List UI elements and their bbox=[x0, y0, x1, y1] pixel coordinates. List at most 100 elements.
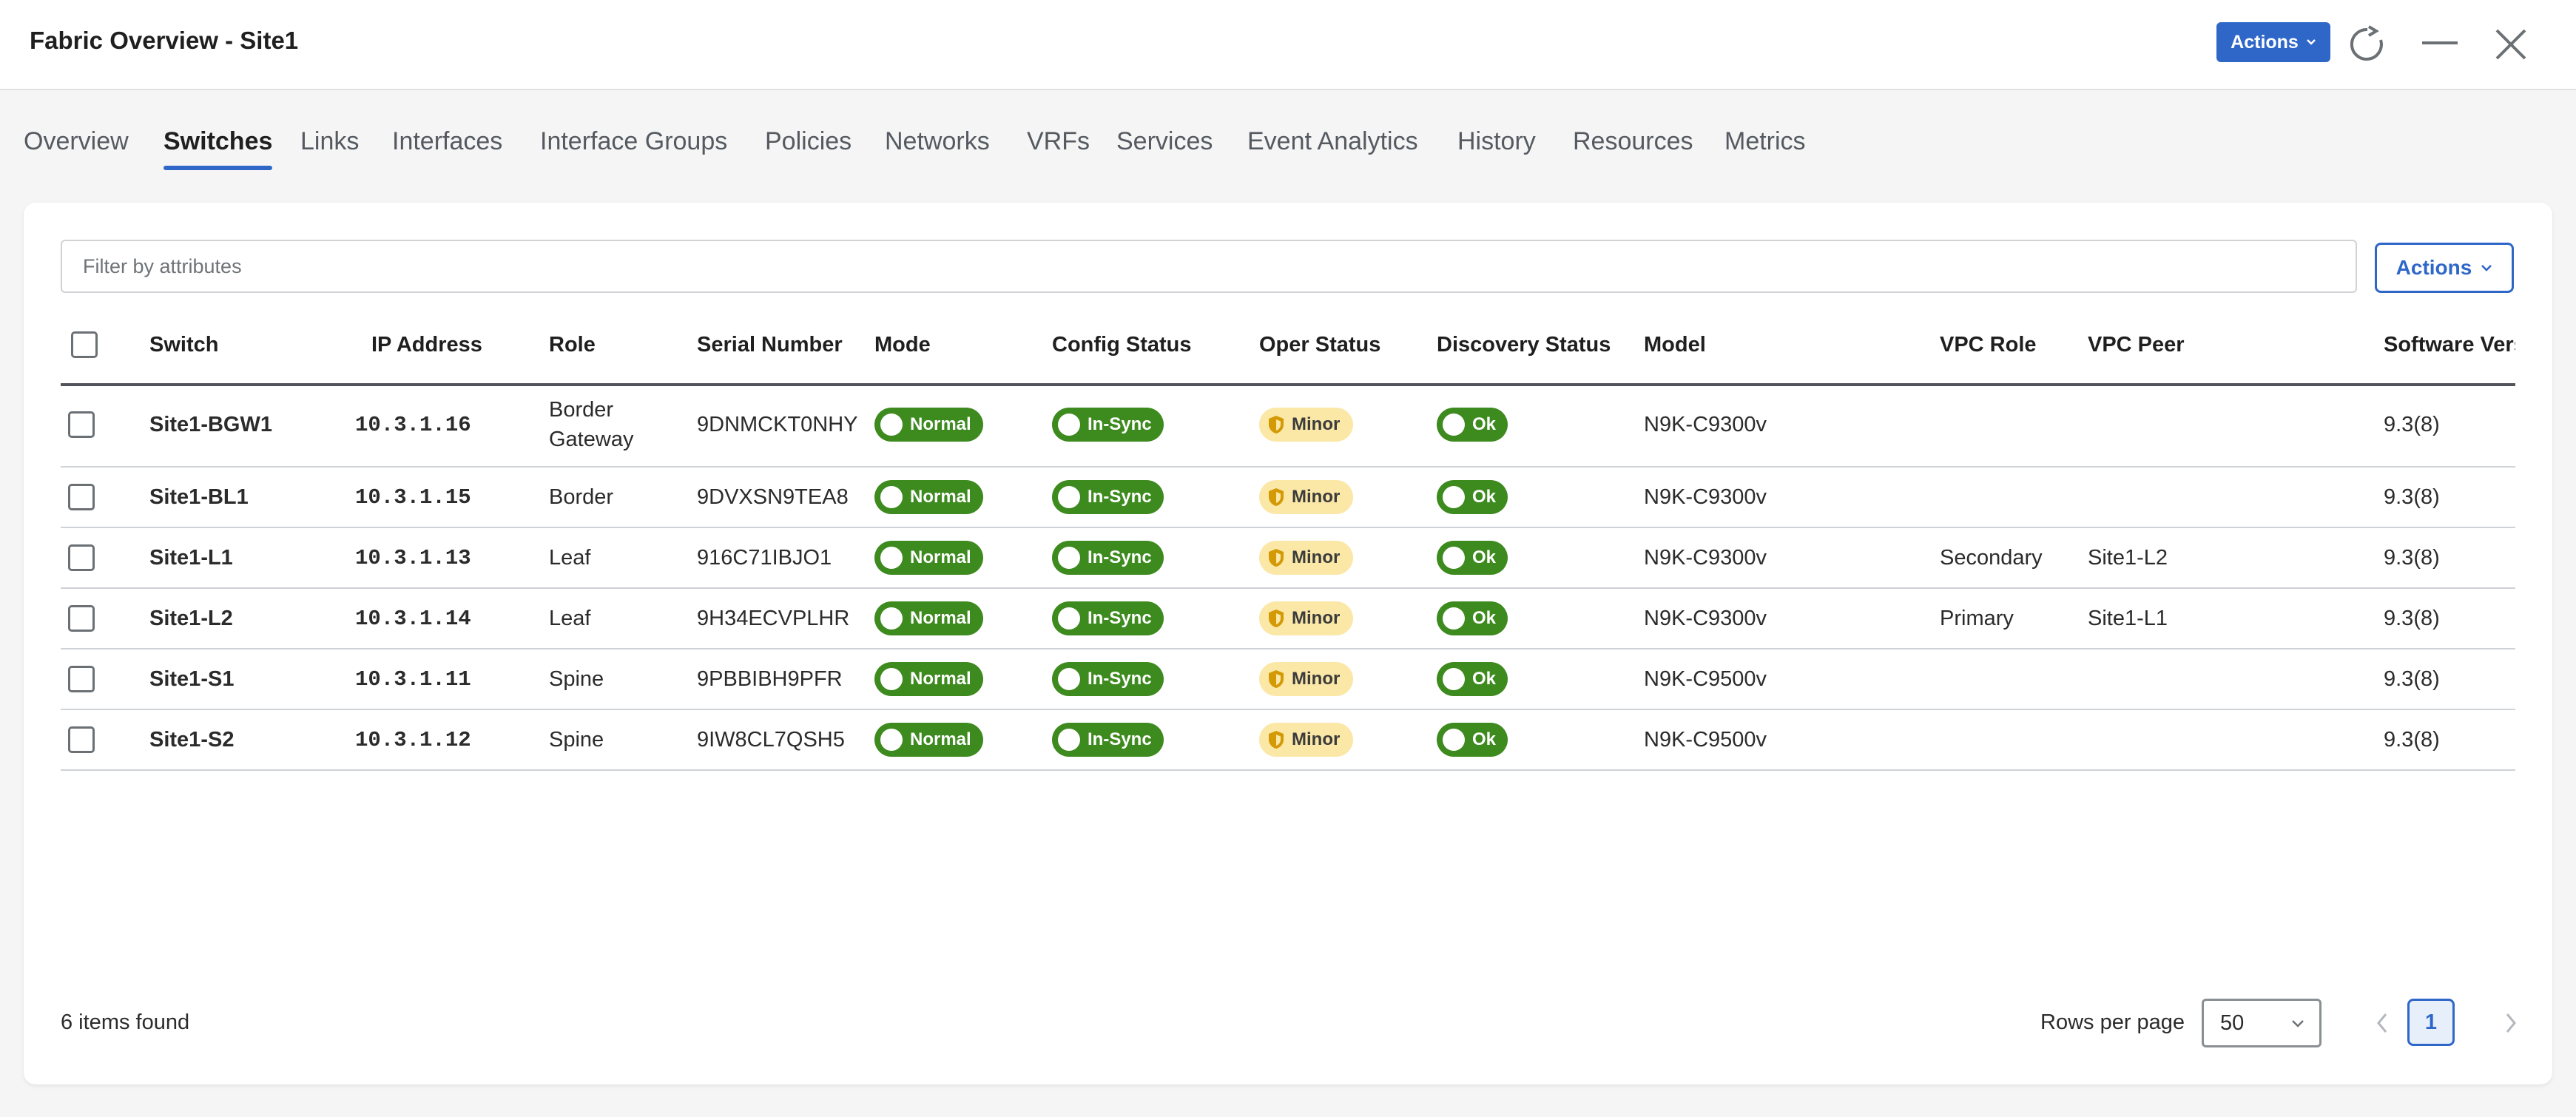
chevron-right-icon[interactable] bbox=[2496, 1005, 2526, 1042]
oper-cell: Minor bbox=[1259, 649, 1354, 709]
switch-name-link[interactable]: Site1-S1 bbox=[149, 649, 234, 709]
mode-badge: Normal bbox=[874, 723, 983, 757]
col-vpc-peer[interactable]: VPC Peer bbox=[2088, 306, 2185, 383]
config-cell: In-Sync bbox=[1052, 649, 1164, 709]
oper-cell: Minor bbox=[1259, 528, 1354, 587]
toggle-dot-icon bbox=[1443, 607, 1465, 630]
role: Leaf bbox=[549, 606, 591, 630]
tab-links[interactable]: Links bbox=[300, 127, 359, 156]
role: Spine bbox=[549, 727, 604, 752]
mode-text: Normal bbox=[910, 414, 971, 434]
tab-switches[interactable]: Switches bbox=[163, 127, 273, 170]
refresh-icon[interactable] bbox=[2345, 22, 2390, 67]
discovery-status-badge: Ok bbox=[1437, 408, 1508, 442]
discovery-cell: Ok bbox=[1437, 710, 1508, 769]
switches-table: Switch IP Address Role Serial Number Mod… bbox=[61, 306, 2515, 868]
row-checkbox[interactable] bbox=[68, 726, 95, 753]
header-actions-button[interactable]: Actions bbox=[2216, 22, 2330, 62]
serial-number: 9DVXSN9TEA8 bbox=[697, 485, 849, 509]
toggle-dot-icon bbox=[880, 607, 903, 630]
col-model[interactable]: Model bbox=[1644, 306, 1706, 383]
discovery-cell: Ok bbox=[1437, 468, 1508, 527]
mode-badge: Normal bbox=[874, 662, 983, 696]
mode-text: Normal bbox=[910, 608, 971, 628]
tab-interfaces[interactable]: Interfaces bbox=[392, 127, 502, 156]
toggle-dot-icon bbox=[1058, 668, 1080, 690]
serial-number: 9H34ECVPLHR bbox=[697, 606, 850, 630]
tab-event-analytics[interactable]: Event Analytics bbox=[1247, 127, 1418, 156]
discovery-status-badge: Ok bbox=[1437, 723, 1508, 757]
chevron-down-icon bbox=[2292, 1020, 2304, 1027]
toggle-dot-icon bbox=[880, 547, 903, 569]
tab-history[interactable]: History bbox=[1457, 127, 1536, 156]
col-discovery-status[interactable]: Discovery Status bbox=[1437, 306, 1611, 383]
mode-text: Normal bbox=[910, 669, 971, 689]
tab-resources[interactable]: Resources bbox=[1573, 127, 1693, 156]
col-serial-number[interactable]: Serial Number bbox=[697, 306, 843, 383]
filter-input[interactable] bbox=[61, 240, 2357, 293]
mode-text: Normal bbox=[910, 547, 971, 567]
tab-vrfs[interactable]: VRFs bbox=[1027, 127, 1090, 156]
col-software-version[interactable]: Software Version bbox=[2384, 306, 2515, 383]
software-version: 9.3(8) bbox=[2384, 545, 2440, 570]
table-actions-button[interactable]: Actions bbox=[2375, 243, 2514, 293]
table-row[interactable]: Site1-BGW1 10.3.1.16 Border Gateway 9DNM… bbox=[61, 383, 2515, 468]
page-1-button[interactable]: 1 bbox=[2407, 999, 2455, 1046]
tab-overview[interactable]: Overview bbox=[24, 127, 129, 156]
chevron-left-icon[interactable] bbox=[2367, 1005, 2397, 1042]
config-cell: In-Sync bbox=[1052, 710, 1164, 769]
config-status-text: In-Sync bbox=[1088, 487, 1152, 507]
tab-policies[interactable]: Policies bbox=[765, 127, 852, 156]
col-ip-address[interactable]: IP Address bbox=[371, 306, 482, 383]
row-checkbox[interactable] bbox=[68, 411, 95, 438]
minimize-icon[interactable] bbox=[2418, 22, 2462, 67]
select-all-checkbox[interactable] bbox=[71, 331, 98, 358]
switch-name-link[interactable]: Site1-BGW1 bbox=[149, 383, 272, 466]
close-icon[interactable] bbox=[2489, 22, 2533, 67]
switch-name-link[interactable]: Site1-BL1 bbox=[149, 468, 249, 527]
table-row[interactable]: Site1-S2 10.3.1.12 Spine 9IW8CL7QSH5 Nor… bbox=[61, 710, 2515, 771]
switch-name-link[interactable]: Site1-L1 bbox=[149, 528, 233, 587]
oper-status-badge: Minor bbox=[1259, 541, 1354, 575]
tab-services[interactable]: Services bbox=[1116, 127, 1213, 156]
tab-interface-groups[interactable]: Interface Groups bbox=[540, 127, 727, 156]
config-status-text: In-Sync bbox=[1088, 608, 1152, 628]
rows-per-page-select[interactable]: 50 bbox=[2202, 999, 2322, 1047]
ip-address: 10.3.1.16 bbox=[355, 412, 471, 437]
oper-status-badge: Minor bbox=[1259, 723, 1354, 757]
chevron-down-icon bbox=[2306, 39, 2316, 45]
row-checkbox[interactable] bbox=[68, 605, 95, 632]
row-checkbox[interactable] bbox=[68, 666, 95, 692]
col-oper-status[interactable]: Oper Status bbox=[1259, 306, 1380, 383]
software-version: 9.3(8) bbox=[2384, 485, 2440, 509]
tab-networks[interactable]: Networks bbox=[885, 127, 990, 156]
discovery-status-text: Ok bbox=[1472, 547, 1497, 567]
discovery-cell: Ok bbox=[1437, 649, 1508, 709]
col-config-status[interactable]: Config Status bbox=[1052, 306, 1192, 383]
config-cell: In-Sync bbox=[1052, 589, 1164, 648]
mode-cell: Normal bbox=[874, 649, 983, 709]
shield-warning-icon bbox=[1269, 610, 1284, 627]
model: N9K-C9500v bbox=[1644, 667, 1767, 691]
table-row[interactable]: Site1-L2 10.3.1.14 Leaf 9H34ECVPLHR Norm… bbox=[61, 589, 2515, 649]
row-checkbox[interactable] bbox=[68, 484, 95, 510]
col-vpc-role[interactable]: VPC Role bbox=[1940, 306, 2037, 383]
table-row[interactable]: Site1-S1 10.3.1.11 Spine 9PBBIBH9PFR Nor… bbox=[61, 649, 2515, 710]
shield-warning-icon bbox=[1269, 488, 1284, 506]
mode-cell: Normal bbox=[874, 589, 983, 648]
switches-card: Actions Switch IP Address Role Serial Nu… bbox=[24, 203, 2552, 1084]
col-role[interactable]: Role bbox=[549, 306, 596, 383]
row-checkbox[interactable] bbox=[68, 544, 95, 571]
discovery-status-text: Ok bbox=[1472, 729, 1497, 749]
tab-bar: Overview Switches Links Interfaces Inter… bbox=[0, 118, 2576, 178]
table-row[interactable]: Site1-L1 10.3.1.13 Leaf 916C71IBJO1 Norm… bbox=[61, 528, 2515, 589]
table-row[interactable]: Site1-BL1 10.3.1.15 Border 9DVXSN9TEA8 N… bbox=[61, 468, 2515, 528]
toggle-dot-icon bbox=[1443, 414, 1465, 436]
switch-name-link[interactable]: Site1-S2 bbox=[149, 710, 234, 769]
ip-address: 10.3.1.11 bbox=[355, 667, 471, 692]
tab-metrics[interactable]: Metrics bbox=[1724, 127, 1806, 156]
col-mode[interactable]: Mode bbox=[874, 306, 931, 383]
shield-warning-icon bbox=[1269, 549, 1284, 567]
switch-name-link[interactable]: Site1-L2 bbox=[149, 589, 233, 648]
col-switch[interactable]: Switch bbox=[149, 306, 218, 383]
